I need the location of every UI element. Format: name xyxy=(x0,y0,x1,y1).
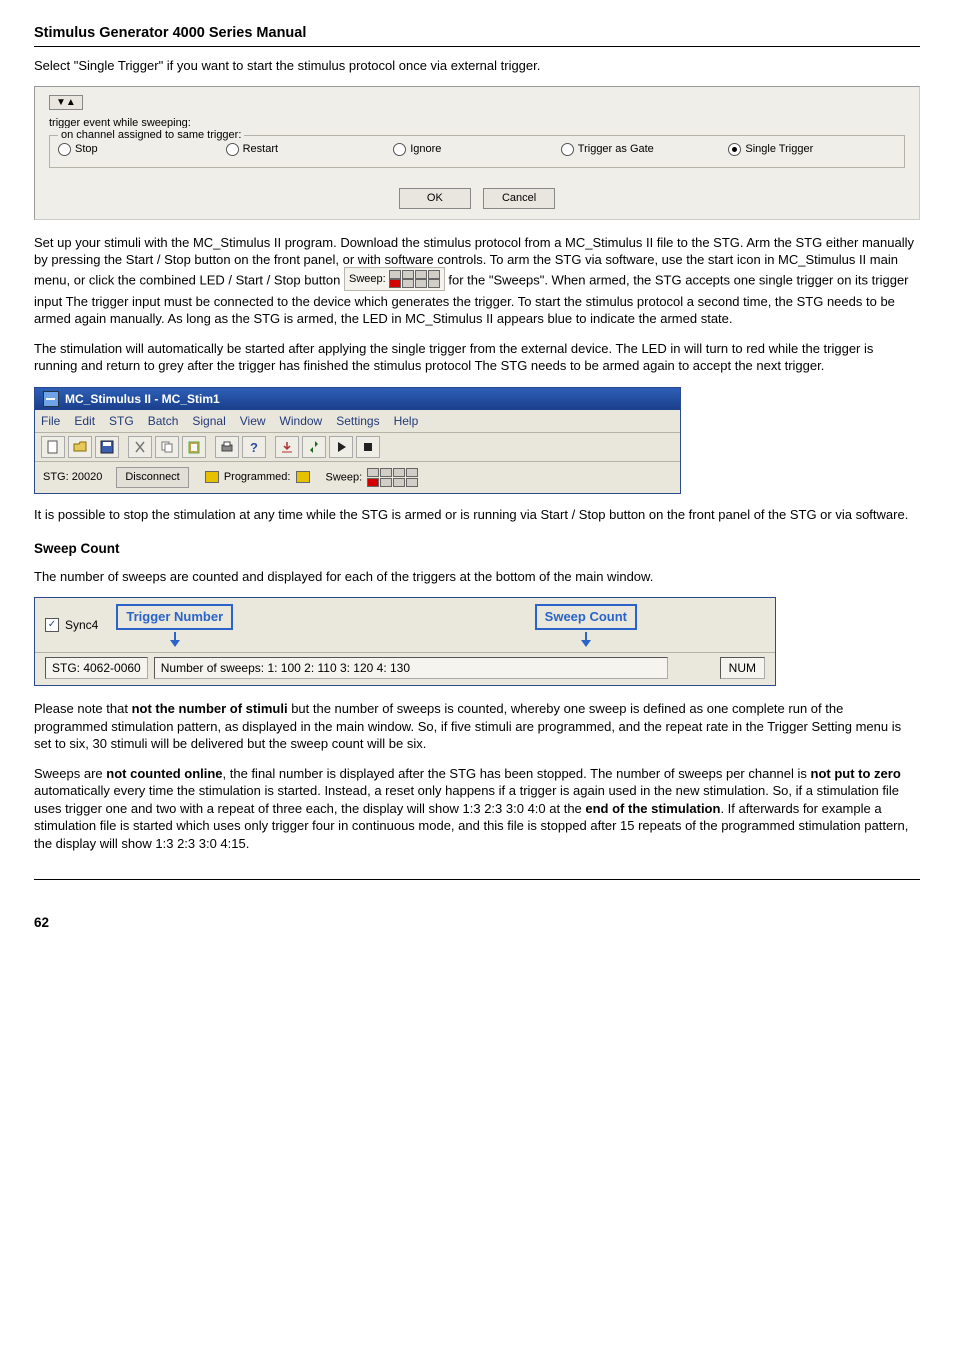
sweep-inline-icon: Sweep: xyxy=(344,267,445,291)
para-3: The stimulation will automatically be st… xyxy=(34,340,920,375)
new-icon[interactable] xyxy=(41,436,65,458)
cancel-button[interactable]: Cancel xyxy=(483,188,555,209)
arrow-down-icon xyxy=(174,632,176,646)
p7c: , the final number is displayed after th… xyxy=(223,766,811,781)
radio-restart-label: Restart xyxy=(243,142,278,157)
save-icon[interactable] xyxy=(95,436,119,458)
radio-gate-label: Trigger as Gate xyxy=(578,142,654,157)
paste-icon[interactable] xyxy=(182,436,206,458)
download-icon[interactable] xyxy=(275,436,299,458)
sync-icon[interactable] xyxy=(302,436,326,458)
para-4: It is possible to stop the stimulation a… xyxy=(34,506,920,524)
groupbox: on channel assigned to same trigger: Sto… xyxy=(49,135,905,168)
copy-icon[interactable] xyxy=(155,436,179,458)
play-icon[interactable] xyxy=(329,436,353,458)
sweep-led-grid[interactable] xyxy=(367,468,418,487)
footer-line xyxy=(34,879,920,880)
p7f: end of the stimulation xyxy=(585,801,720,816)
title-underline xyxy=(34,46,920,47)
menu-edit[interactable]: Edit xyxy=(74,413,95,429)
menu-file[interactable]: File xyxy=(41,413,60,429)
radio-stop-label: Stop xyxy=(75,142,98,157)
p6a: Please note that xyxy=(34,701,132,716)
led-programmed2-icon xyxy=(296,471,310,483)
menu-view[interactable]: View xyxy=(240,413,266,429)
para-5: The number of sweeps are counted and dis… xyxy=(34,568,920,586)
radio-gate[interactable]: Trigger as Gate xyxy=(561,142,729,157)
para-2: Set up your stimuli with the MC_Stimulus… xyxy=(34,234,920,328)
radio-single-label: Single Trigger xyxy=(745,142,813,157)
app-icon xyxy=(43,391,59,407)
help-icon[interactable]: ? xyxy=(242,436,266,458)
disconnect-button[interactable]: Disconnect xyxy=(116,467,188,488)
led-programmed-icon xyxy=(205,471,219,483)
open-icon[interactable] xyxy=(68,436,92,458)
collapse-btn[interactable]: ▼▲ xyxy=(49,95,83,110)
dialog-screenshot: ▼▲ trigger event while sweeping: on chan… xyxy=(34,86,920,220)
menu-settings[interactable]: Settings xyxy=(336,413,379,429)
callout-sweep-count: Sweep Count xyxy=(535,604,637,630)
menu-window[interactable]: Window xyxy=(280,413,323,429)
status-sweeps-field: Number of sweeps: 1: 100 2: 110 3: 120 4… xyxy=(154,657,668,679)
para-6: Please note that not the number of stimu… xyxy=(34,700,920,753)
para-7: Sweeps are not counted online, the final… xyxy=(34,765,920,853)
toolbar: ? xyxy=(35,433,680,462)
sweep-inline-label: Sweep: xyxy=(349,273,386,285)
p7b: not counted online xyxy=(106,766,222,781)
p7a: Sweeps are xyxy=(34,766,106,781)
sweep-count-screenshot: ✓ Sync4 Trigger Number Sweep Count STG: … xyxy=(34,597,776,686)
status-programmed: Programmed: xyxy=(224,471,291,483)
menu-stg[interactable]: STG xyxy=(109,413,134,429)
stop-icon[interactable] xyxy=(356,436,380,458)
status-bar: STG: 20020 Disconnect Programmed: Sweep: xyxy=(35,462,680,493)
intro-para: Select "Single Trigger" if you want to s… xyxy=(34,57,920,75)
callout-trigger-number: Trigger Number xyxy=(116,604,233,630)
radio-ignore-label: Ignore xyxy=(410,142,441,157)
window-titlebar: MC_Stimulus II - MC_Stim1 xyxy=(35,388,680,410)
radio-stop[interactable]: Stop xyxy=(58,142,226,157)
mc-stimulus-screenshot: MC_Stimulus II - MC_Stim1 File Edit STG … xyxy=(34,387,681,494)
status-stg: STG: 20020 xyxy=(43,470,102,485)
ok-button[interactable]: OK xyxy=(399,188,471,209)
cut-icon[interactable] xyxy=(128,436,152,458)
sweep-count-heading: Sweep Count xyxy=(34,540,920,558)
status-sweep-label: Sweep: xyxy=(326,472,363,484)
p6b: not the number of stimuli xyxy=(132,701,288,716)
menu-bar: File Edit STG Batch Signal View Window S… xyxy=(35,410,680,433)
radio-ignore[interactable]: Ignore xyxy=(393,142,561,157)
radio-restart[interactable]: Restart xyxy=(226,142,394,157)
status-stg-field: STG: 4062-0060 xyxy=(45,657,148,679)
p7d: not put to zero xyxy=(811,766,901,781)
menu-help[interactable]: Help xyxy=(394,413,419,429)
print-icon[interactable] xyxy=(215,436,239,458)
menu-batch[interactable]: Batch xyxy=(148,413,179,429)
arrow-down-icon xyxy=(585,632,587,646)
svg-text:?: ? xyxy=(250,440,258,454)
window-title: MC_Stimulus II - MC_Stim1 xyxy=(65,391,220,407)
menu-signal[interactable]: Signal xyxy=(192,413,225,429)
groupbox-legend: on channel assigned to same trigger: xyxy=(58,128,244,143)
page-title: Stimulus Generator 4000 Series Manual xyxy=(34,24,920,44)
radio-single[interactable]: Single Trigger xyxy=(728,142,896,157)
num-indicator: NUM xyxy=(720,657,765,679)
sync-checkbox[interactable]: ✓ Sync4 xyxy=(45,617,98,633)
check-icon: ✓ xyxy=(45,618,59,632)
sync-label: Sync4 xyxy=(65,617,98,633)
page-number: 62 xyxy=(34,914,920,932)
